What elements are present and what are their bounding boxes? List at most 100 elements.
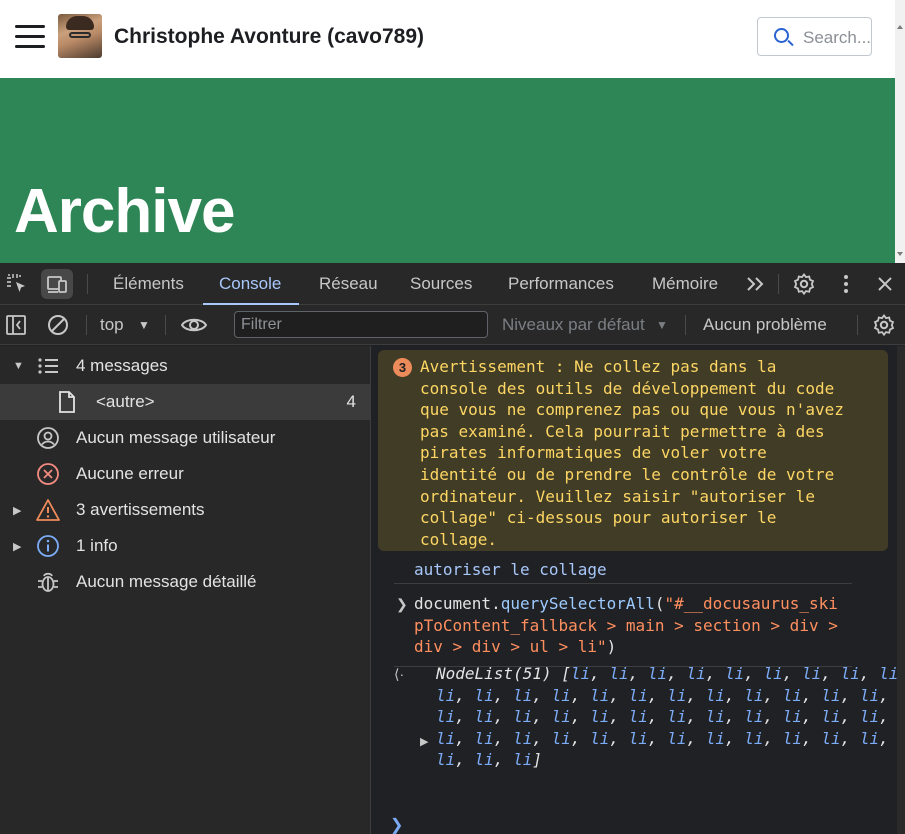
console-output: 3 Avertissement : Ne collez pas dans la … bbox=[372, 346, 905, 834]
nodelist-separator: , bbox=[724, 728, 745, 748]
hero-banner: Archive bbox=[0, 78, 895, 263]
page-title: Archive bbox=[14, 177, 235, 246]
settings-icon[interactable] bbox=[788, 269, 820, 299]
toolbar-separator bbox=[165, 315, 166, 335]
tab-elements[interactable]: Éléments bbox=[113, 263, 184, 305]
sidebar-item-label: 4 messages bbox=[76, 356, 168, 375]
command-object: document. bbox=[414, 594, 501, 613]
page-scrollbar[interactable] bbox=[895, 0, 905, 263]
command-string-part: div > div > ul > li" bbox=[414, 637, 607, 657]
inspect-element-icon[interactable] bbox=[1, 269, 33, 299]
sidebar-item-other[interactable]: <autre> 4 bbox=[0, 384, 370, 420]
nodelist-separator: , bbox=[763, 685, 783, 705]
device-toolbar-icon[interactable] bbox=[41, 269, 73, 299]
context-selector[interactable]: top bbox=[100, 315, 124, 335]
nodelist-separator: , bbox=[590, 664, 610, 683]
command-line[interactable]: document.querySelectorAll("#__docusaurus… bbox=[414, 593, 854, 658]
sidebar-item-info[interactable]: ▶ 1 info bbox=[0, 528, 370, 564]
more-options-icon[interactable] bbox=[830, 269, 862, 299]
nodelist-item: li bbox=[705, 707, 725, 727]
devtools-tabbar: Éléments Console Réseau Sources Performa… bbox=[0, 263, 905, 305]
search-icon bbox=[774, 28, 789, 43]
sidebar-item-errors[interactable]: Aucune erreur bbox=[0, 456, 370, 492]
warning-count-badge: 3 bbox=[393, 358, 412, 377]
menu-icon[interactable] bbox=[15, 25, 45, 49]
nodelist-item: li bbox=[782, 685, 803, 705]
scroll-up-icon[interactable] bbox=[897, 25, 903, 29]
search-placeholder: Search... bbox=[803, 28, 872, 47]
nodelist-item: li bbox=[609, 664, 629, 683]
nodelist-separator: , bbox=[840, 685, 860, 705]
expand-closed-icon[interactable]: ▶ bbox=[13, 540, 21, 553]
avatar[interactable] bbox=[58, 14, 102, 58]
nodelist-separator: , bbox=[763, 707, 783, 727]
nodelist-separator: , bbox=[455, 728, 475, 748]
nodelist-result[interactable]: NodeList(51) [ li, li, li, li, li, li, li… bbox=[436, 663, 905, 771]
nodelist-separator: , bbox=[532, 685, 552, 705]
issues-link[interactable]: Aucun problème bbox=[703, 315, 827, 335]
nodelist-item: li bbox=[782, 707, 803, 727]
nodelist-item: li bbox=[474, 750, 494, 770]
nodelist-item: li bbox=[474, 685, 494, 705]
tab-network[interactable]: Réseau bbox=[319, 263, 378, 305]
nodelist-item: li bbox=[840, 664, 860, 683]
nodelist-suffix: ] bbox=[532, 750, 542, 770]
nodelist-item: li bbox=[859, 685, 880, 705]
expand-closed-icon[interactable]: ▶ bbox=[13, 504, 21, 517]
nodelist-prefix: NodeList(51) [ bbox=[436, 664, 571, 683]
nodelist-separator: , bbox=[802, 685, 822, 705]
sidebar-item-label: 3 avertissements bbox=[76, 500, 205, 519]
command-close-paren: ) bbox=[606, 637, 617, 657]
devtools-panel: Éléments Console Réseau Sources Performa… bbox=[0, 263, 905, 834]
filter-input[interactable]: Filtrer bbox=[234, 311, 488, 338]
nodelist-separator: , bbox=[686, 728, 706, 748]
sidebar-toggle-icon[interactable] bbox=[0, 310, 32, 340]
sidebar-item-messages[interactable]: ▼ 4 messages bbox=[0, 348, 370, 384]
log-levels-dropdown[interactable]: Niveaux par défaut bbox=[502, 315, 645, 335]
context-dropdown-icon[interactable]: ▼ bbox=[138, 318, 150, 332]
levels-dropdown-icon[interactable]: ▼ bbox=[656, 318, 668, 332]
console-settings-icon[interactable] bbox=[868, 310, 900, 340]
site-header: Christophe Avonture (cavo789) Search... bbox=[0, 0, 895, 78]
nodelist-item: li bbox=[724, 664, 745, 683]
search-input[interactable]: Search... bbox=[757, 17, 872, 56]
sidebar-item-verbose[interactable]: Aucun message détaillé bbox=[0, 564, 370, 600]
nodelist-separator: , bbox=[570, 707, 591, 727]
nodelist-separator: , bbox=[802, 728, 822, 748]
more-tabs-icon[interactable] bbox=[740, 269, 772, 299]
nodelist-separator: , bbox=[570, 728, 591, 748]
close-icon[interactable] bbox=[869, 269, 901, 299]
nodelist-separator: , bbox=[609, 728, 629, 748]
tab-sources[interactable]: Sources bbox=[410, 263, 472, 305]
scroll-down-icon[interactable] bbox=[897, 252, 903, 256]
nodelist-item: li bbox=[667, 728, 687, 748]
sidebar-item-user-messages[interactable]: Aucun message utilisateur bbox=[0, 420, 370, 456]
console-scrollbar[interactable] bbox=[897, 346, 905, 834]
nodelist-separator: , bbox=[705, 664, 725, 683]
input-prompt-icon: ❯ bbox=[396, 596, 408, 612]
nodelist-item: li bbox=[436, 685, 456, 705]
nodelist-item: li bbox=[859, 707, 880, 727]
tab-memory[interactable]: Mémoire bbox=[652, 263, 718, 305]
nodelist-item: li bbox=[782, 728, 803, 748]
nodelist-separator: , bbox=[455, 707, 475, 727]
nodelist-item: li bbox=[436, 707, 456, 727]
nodelist-separator: , bbox=[724, 707, 745, 727]
expand-result-icon[interactable]: ▶ bbox=[420, 735, 428, 748]
nodelist-separator: , bbox=[647, 728, 668, 748]
message-divider bbox=[394, 583, 852, 584]
tab-performance[interactable]: Performances bbox=[508, 263, 614, 305]
sidebar-item-label: <autre> bbox=[96, 392, 155, 411]
nodelist-item: li bbox=[590, 685, 610, 705]
nodelist-item: li bbox=[667, 685, 687, 705]
nodelist-item: li bbox=[551, 685, 571, 705]
clear-console-icon[interactable] bbox=[42, 310, 74, 340]
console-input-prompt-icon[interactable]: ❯ bbox=[390, 815, 403, 834]
expand-open-icon[interactable]: ▼ bbox=[13, 360, 24, 372]
sidebar-item-warnings[interactable]: ▶ 3 avertissements bbox=[0, 492, 370, 528]
tab-separator bbox=[87, 274, 88, 294]
live-expression-eye-icon[interactable] bbox=[178, 310, 210, 340]
file-icon bbox=[54, 389, 80, 415]
tab-console[interactable]: Console bbox=[202, 263, 300, 305]
site-title[interactable]: Christophe Avonture (cavo789) bbox=[114, 25, 424, 49]
